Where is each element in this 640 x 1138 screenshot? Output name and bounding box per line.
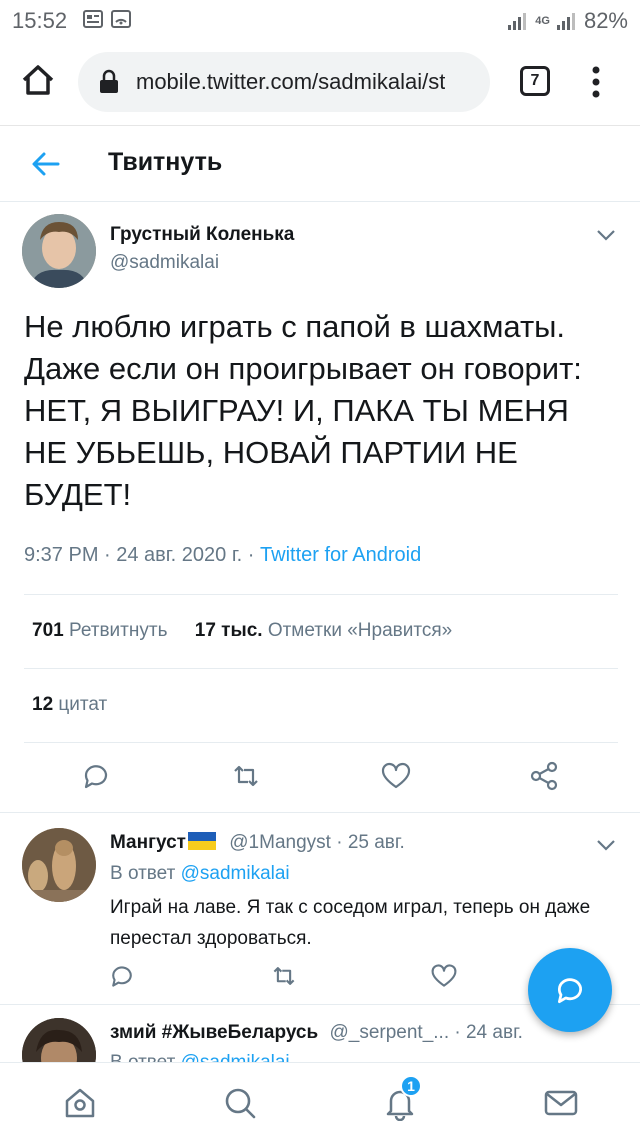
share-icon[interactable] [528,760,560,792]
signal-icon [508,13,527,30]
status-bar: 15:52 4G 82% [0,0,640,40]
news-icon [83,10,103,28]
back-arrow-icon[interactable] [30,148,62,180]
reply-bubble-icon [557,978,582,1004]
reply-author-name[interactable]: змий #ЖывеБеларусь [110,1022,318,1043]
network-type: 4G [535,14,550,27]
quotes-stat[interactable]: 12 цитат [32,694,107,716]
url-text: mobile.twitter.com/sadmikalai/st [136,69,446,94]
divider [24,742,618,743]
author-handle[interactable]: @sadmikalai [110,252,219,274]
quotes-label: цитат [58,694,108,715]
notifications-badge: 1 [400,1075,422,1097]
retweets-count: 701 [32,620,64,641]
ukraine-flag-icon [187,832,216,850]
reply-to-mention[interactable]: @sadmikalai [181,863,290,884]
home-icon[interactable] [62,1085,98,1121]
reply-date[interactable]: · 24 авг. [449,1022,523,1043]
battery-level: 82% [583,8,628,33]
reply-to-prefix: В ответ [110,863,181,884]
reply-author-handle[interactable]: @_serpent_... [329,1022,449,1043]
tweet-text: Не люблю играть с папой в шахматы. Даже … [24,309,582,512]
page-header: Твитнуть [0,126,640,202]
avatar[interactable] [22,828,96,902]
status-time: 15:52 [12,8,68,33]
search-icon[interactable] [222,1085,258,1121]
reply-to-line: В ответ @sadmikalai [110,1052,290,1062]
reply-icon[interactable] [108,962,136,990]
chevron-down-icon[interactable] [596,228,616,242]
tweet-source[interactable]: Twitter for Android [260,544,421,566]
avatar-image [22,1018,96,1062]
lock-icon [100,69,118,93]
signal-2-icon [556,13,575,30]
reply-to-line: В ответ @sadmikalai [110,863,290,885]
likes-label: Отметки «Нравится» [267,620,453,641]
bottom-navigation: 1 [0,1062,640,1138]
chevron-down-icon[interactable] [596,838,616,852]
retweets-stat[interactable]: 701 Ретвитнуть [32,620,167,641]
compose-reply-button[interactable] [528,948,612,1032]
divider [24,594,618,595]
reply-author-handle[interactable]: @1Mangyst [229,832,331,853]
screen-icon [111,10,131,28]
browser-toolbar: mobile.twitter.com/sadmikalai/st 7 [0,40,640,126]
likes-count: 17 тыс. [194,620,263,641]
avatar-image [22,828,96,902]
reply-header: Мангуст @1Mangyst · 25 авг. [110,832,405,854]
tweet-actions [0,760,640,800]
like-icon[interactable] [380,760,412,792]
retweet-icon[interactable] [270,962,298,990]
reply-header: змий #ЖывеБеларусь @_serpent_... · 24 ав… [110,1022,523,1044]
reply-icon[interactable] [80,760,112,792]
author-name[interactable]: Грустный Коленька [110,224,294,246]
divider [24,668,618,669]
tab-switcher-button[interactable]: 7 [520,66,550,96]
reply-to-prefix: В ответ [110,1052,181,1062]
tweet-timestamp[interactable]: 9:37 PM · 24 авг. 2020 г. · [24,544,260,566]
avatar[interactable] [22,1018,96,1062]
reply-date[interactable]: · 25 авг. [331,832,405,853]
retweet-icon[interactable] [230,760,262,792]
avatar-image [22,214,96,288]
home-icon[interactable] [18,60,58,100]
reply-to-mention[interactable]: @sadmikalai [181,1052,290,1062]
address-bar[interactable]: mobile.twitter.com/sadmikalai/st [78,52,490,112]
reply-author-name[interactable]: Мангуст [110,832,186,853]
page-title: Твитнуть [108,148,223,176]
retweets-label: Ретвитнуть [68,620,168,641]
tweet-meta: 9:37 PM · 24 авг. 2020 г. · Twitter for … [24,544,421,567]
like-icon[interactable] [430,962,458,990]
engagement-stats: 701 Ретвитнуть 17 тыс. Отметки «Нравится… [32,620,452,642]
quotes-count: 12 [32,694,54,715]
divider [0,812,640,813]
avatar[interactable] [22,214,96,288]
messages-envelope-icon[interactable] [543,1085,579,1121]
likes-stat[interactable]: 17 тыс. Отметки «Нравится» [195,620,452,641]
more-vert-icon[interactable] [586,64,606,100]
reply-text: Играй на лаве. Я так с соседом играл, те… [110,897,591,949]
